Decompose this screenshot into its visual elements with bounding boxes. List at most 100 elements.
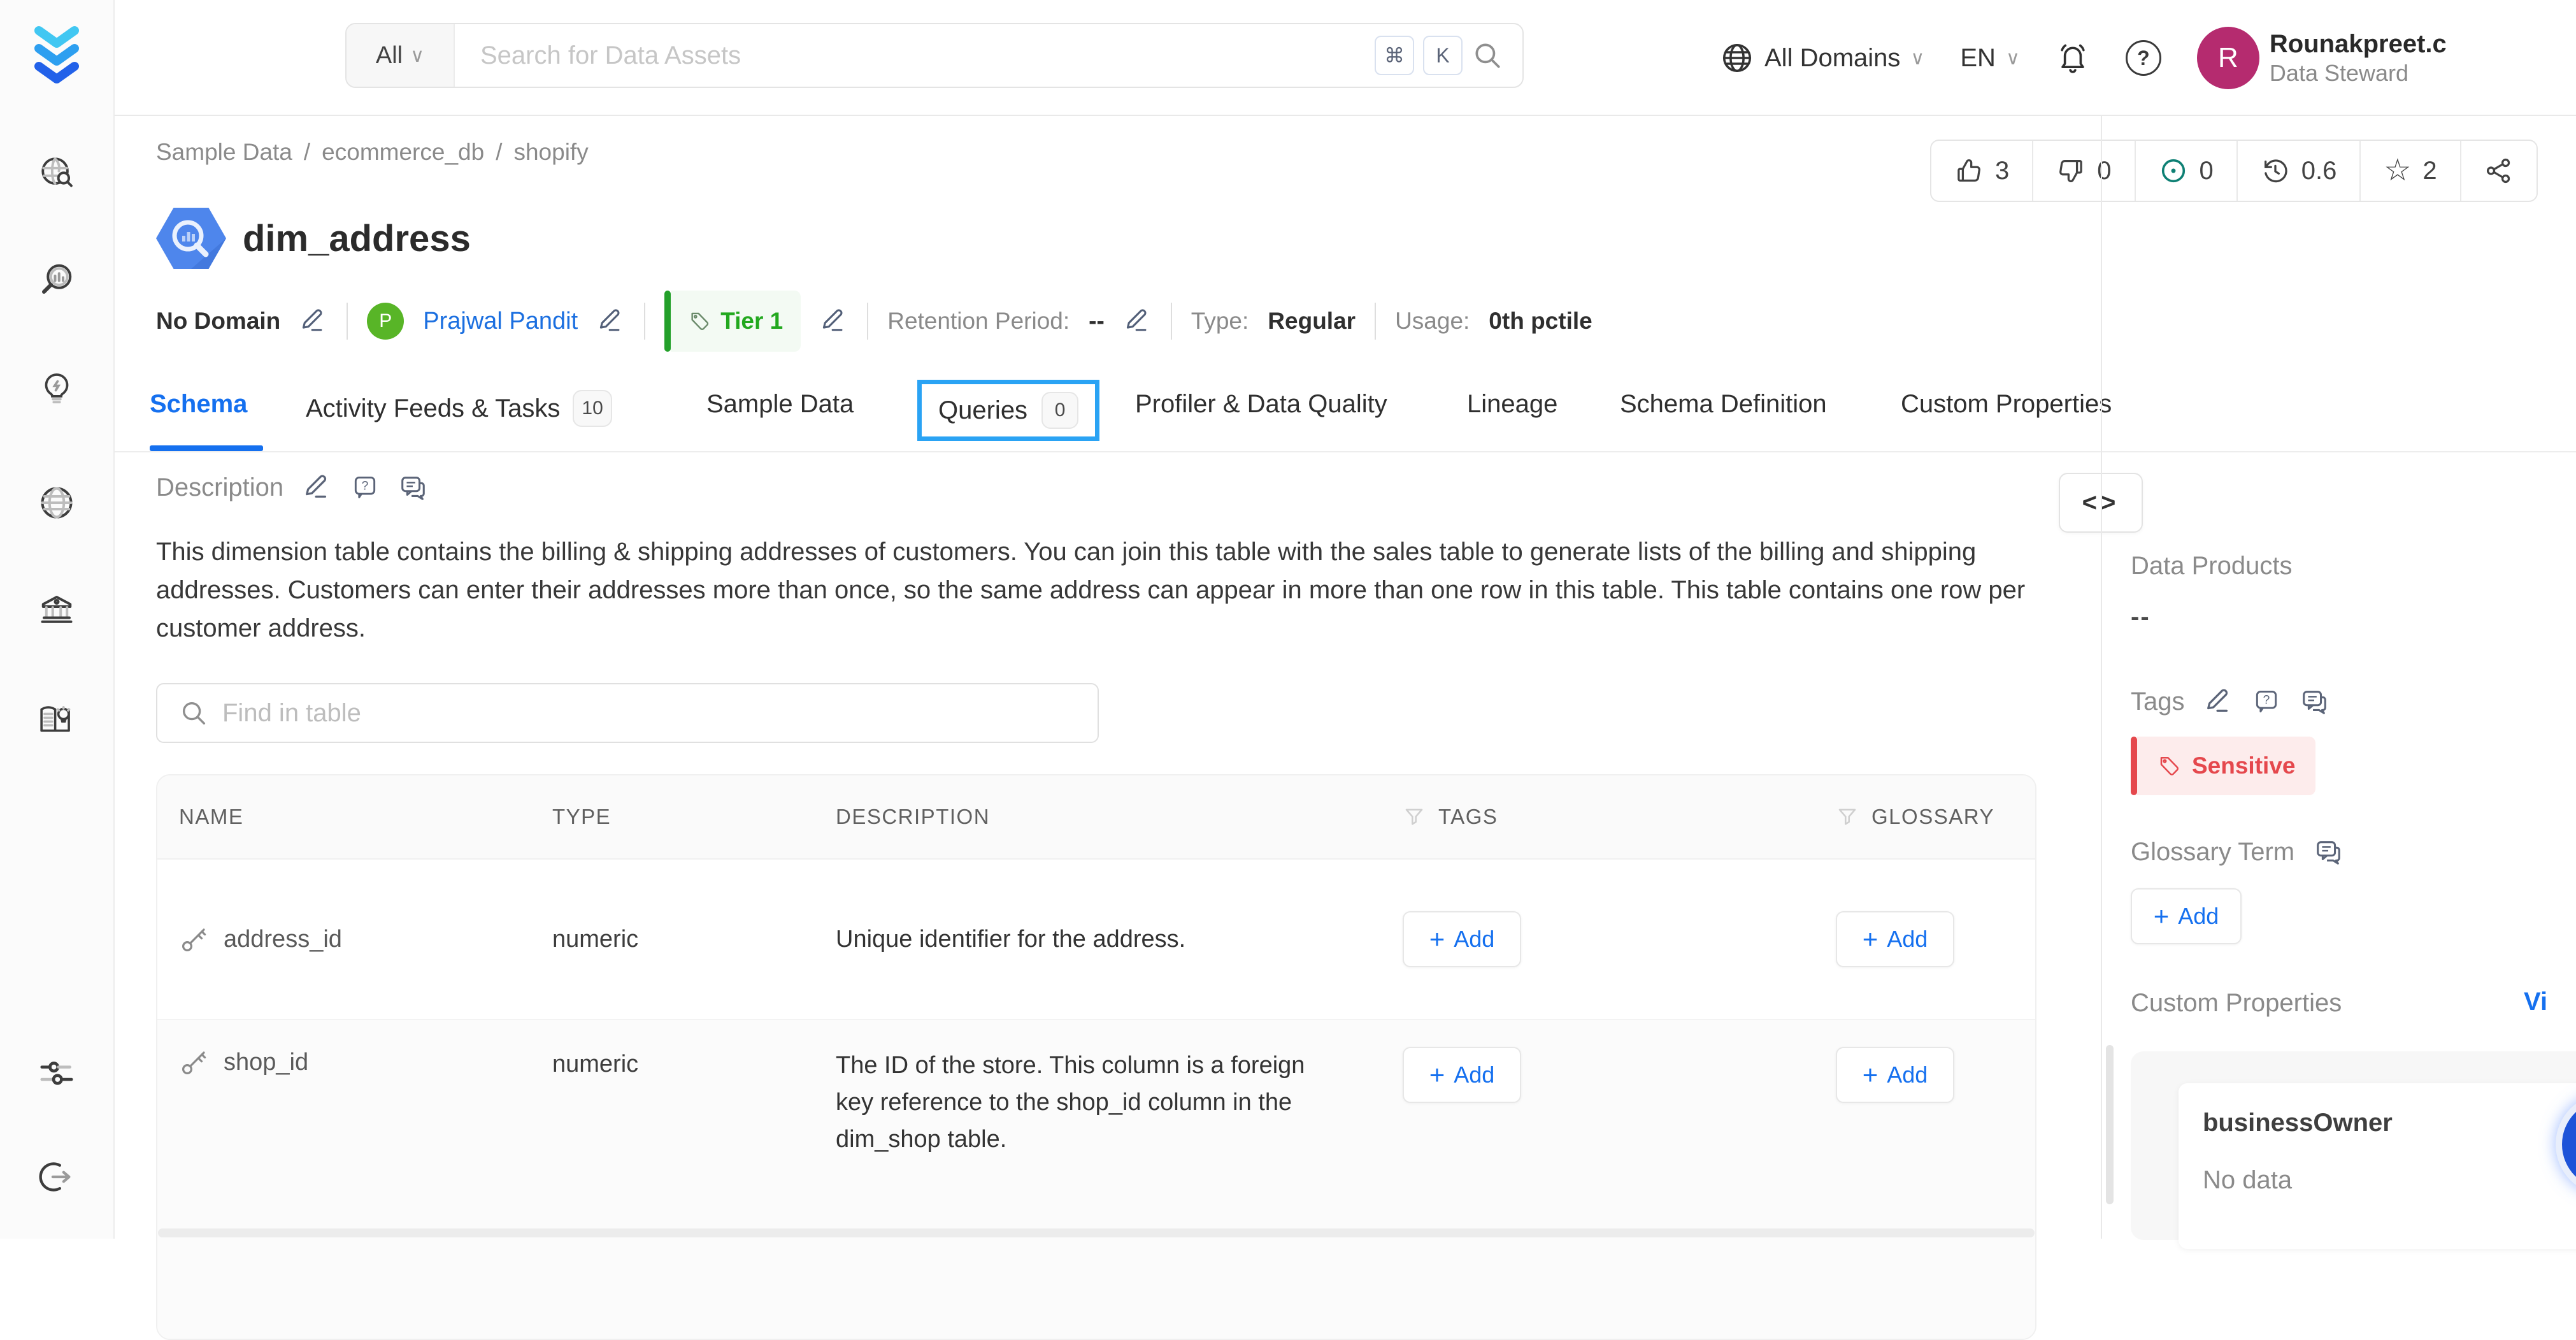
- tab-custom-properties[interactable]: Custom Properties: [1901, 390, 2112, 419]
- activity-count-badge: 10: [573, 390, 612, 427]
- plus-icon: +: [1429, 926, 1445, 953]
- star-count: 2: [2422, 157, 2436, 185]
- request-description-icon[interactable]: ?: [351, 473, 379, 501]
- tag-color-bar: [2131, 737, 2137, 795]
- schema-table: NAME TYPE DESCRIPTION TAGS GLOSSARY addr…: [156, 774, 2036, 1340]
- glossary-comments-icon[interactable]: [2314, 837, 2343, 867]
- tab-activity-feeds[interactable]: Activity Feeds & Tasks 10: [306, 390, 612, 427]
- add-glossary-term-button[interactable]: + Add: [2131, 888, 2242, 944]
- owner-avatar: P: [367, 303, 404, 340]
- edit-tags-icon[interactable]: [2204, 687, 2233, 716]
- user-role: Data Steward: [2270, 59, 2447, 87]
- panel-scrollbar[interactable]: [2106, 1045, 2114, 1204]
- star-button[interactable]: ☆ 2: [2361, 141, 2461, 201]
- comments-icon[interactable]: [398, 473, 427, 502]
- app-logo[interactable]: [26, 23, 87, 89]
- logout-icon[interactable]: [38, 1158, 75, 1195]
- edit-retention-icon[interactable]: [1124, 307, 1152, 335]
- edit-tier-icon[interactable]: [820, 307, 848, 335]
- queries-count-badge: 0: [1041, 392, 1078, 429]
- table-row: shop_id numeric The ID of the store. Thi…: [157, 1020, 2035, 1339]
- page-title: dim_address: [243, 217, 471, 260]
- find-in-table-input[interactable]: Find in table: [156, 683, 1099, 743]
- observability-icon[interactable]: [38, 260, 76, 298]
- notifications-button[interactable]: [2056, 41, 2090, 75]
- retention-label: Retention Period:: [887, 308, 1070, 335]
- tab-profiler[interactable]: Profiler & Data Quality: [1135, 390, 1387, 419]
- tab-schema[interactable]: Schema: [150, 390, 247, 419]
- global-search[interactable]: All ∨ Search for Data Assets ⌘ K: [345, 23, 1524, 88]
- key-icon: [179, 924, 210, 955]
- tag-icon: [689, 310, 710, 332]
- table-header-row: NAME TYPE DESCRIPTION TAGS GLOSSARY: [157, 775, 2035, 860]
- version-count: 0.6: [2301, 157, 2337, 185]
- plus-icon: +: [1863, 926, 1878, 953]
- breadcrumb-database[interactable]: ecommerce_db: [322, 139, 484, 166]
- tab-lineage[interactable]: Lineage: [1467, 390, 1557, 419]
- cmd-key-badge: ⌘: [1375, 36, 1414, 75]
- downvote-count: 0: [2097, 157, 2111, 185]
- star-icon: ☆: [2384, 155, 2411, 186]
- circle-dot-icon: [2159, 156, 2188, 185]
- language-selector[interactable]: EN ∨: [1960, 44, 2020, 73]
- k-key-badge: K: [1423, 36, 1463, 75]
- domain-label: No Domain: [156, 308, 280, 335]
- chevron-down-icon: ∨: [410, 45, 424, 67]
- share-button[interactable]: [2461, 141, 2537, 201]
- glossary-icon[interactable]: [37, 702, 76, 738]
- table-row: address_id numeric Unique identifier for…: [157, 860, 2035, 1020]
- add-tag-button[interactable]: + Add: [1403, 1047, 1521, 1103]
- upvote-button[interactable]: 3: [1931, 141, 2033, 201]
- tab-sample-data[interactable]: Sample Data: [706, 390, 854, 419]
- search-input[interactable]: Search for Data Assets: [455, 41, 1375, 70]
- thumbs-down-icon: [2056, 156, 2086, 185]
- owner-link[interactable]: Prajwal Pandit: [423, 308, 578, 335]
- column-header-name: NAME: [157, 805, 552, 829]
- user-name: Rounakpreet.c: [2270, 29, 2447, 59]
- tab-schema-definition[interactable]: Schema Definition: [1620, 390, 1827, 419]
- add-tag-button[interactable]: + Add: [1403, 911, 1521, 967]
- view-all-link[interactable]: Vi: [2524, 988, 2547, 1016]
- horizontal-scrollbar[interactable]: [158, 1228, 2035, 1237]
- right-panel-divider: [2101, 116, 2102, 1239]
- property-name: businessOwner: [2203, 1109, 2393, 1137]
- column-type: numeric: [552, 1047, 836, 1078]
- version-button[interactable]: 0.6: [2238, 141, 2361, 201]
- filter-icon[interactable]: [1836, 805, 1859, 828]
- settings-icon[interactable]: [37, 1054, 76, 1093]
- tasks-button[interactable]: 0: [2136, 141, 2238, 201]
- domains-selector[interactable]: All Domains ∨: [1720, 41, 1924, 75]
- edit-owner-icon[interactable]: [597, 307, 625, 335]
- help-button[interactable]: ?: [2126, 40, 2161, 76]
- add-glossary-button[interactable]: + Add: [1836, 1047, 1954, 1103]
- custom-properties-title: Custom Properties: [2131, 989, 2342, 1018]
- insights-icon[interactable]: [39, 370, 75, 406]
- request-tags-icon[interactable]: ?: [2252, 688, 2280, 716]
- bell-icon: [2056, 41, 2090, 75]
- column-type: numeric: [552, 926, 836, 953]
- chevron-down-icon: ∨: [2006, 47, 2020, 69]
- breadcrumb-schema[interactable]: shopify: [513, 139, 588, 166]
- explore-icon[interactable]: [38, 154, 75, 191]
- govern-icon[interactable]: [38, 591, 76, 629]
- user-menu[interactable]: R Rounakpreet.c Data Steward: [2197, 27, 2447, 89]
- avatar: R: [2197, 27, 2259, 89]
- edit-domain-icon[interactable]: [299, 307, 327, 335]
- domains-icon[interactable]: [38, 484, 76, 522]
- tab-queries[interactable]: Queries 0: [917, 380, 1099, 441]
- breadcrumb-service[interactable]: Sample Data: [156, 139, 292, 166]
- filter-icon[interactable]: [1403, 805, 1426, 828]
- left-sidebar: [0, 0, 115, 1239]
- plus-icon: +: [2154, 903, 2170, 930]
- tag-label: Sensitive: [2192, 753, 2295, 779]
- tag-comments-icon[interactable]: [2300, 687, 2329, 716]
- bigquery-table-icon: [156, 208, 226, 269]
- tag-chip-sensitive[interactable]: Sensitive: [2131, 737, 2315, 795]
- column-description: The ID of the store. This column is a fo…: [836, 1047, 1403, 1158]
- search-scope-dropdown[interactable]: All ∨: [347, 24, 455, 87]
- add-glossary-button[interactable]: + Add: [1836, 911, 1954, 967]
- downvote-button[interactable]: 0: [2033, 141, 2135, 201]
- top-header: All ∨ Search for Data Assets ⌘ K All Dom…: [115, 0, 2576, 116]
- edit-description-icon[interactable]: [303, 473, 332, 502]
- chevron-down-icon: ∨: [1910, 47, 1924, 69]
